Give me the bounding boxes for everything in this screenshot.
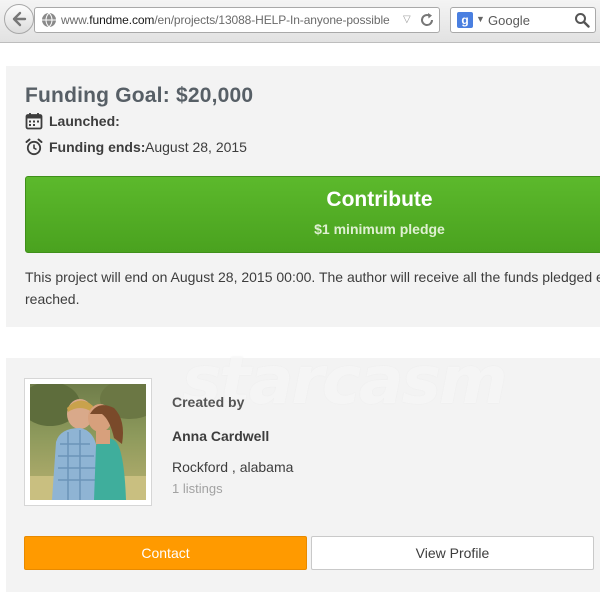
funding-ends-date: August 28, 2015 — [145, 139, 247, 155]
launched-label: Launched: — [49, 113, 120, 129]
search-engine-dropdown-icon[interactable]: ▼ — [476, 14, 485, 24]
contribute-button[interactable]: Contribute $1 minimum pledge — [25, 176, 600, 253]
funding-panel: Funding Goal: $20,000 Launched: Funding … — [6, 66, 600, 327]
url-history-dropdown-icon[interactable]: ▽ — [403, 14, 411, 25]
search-icon[interactable] — [574, 12, 590, 28]
creator-avatar-frame — [24, 378, 152, 506]
globe-icon — [42, 12, 56, 28]
creator-name[interactable]: Anna Cardwell — [172, 428, 269, 444]
back-arrow-icon — [12, 11, 27, 27]
alarm-clock-icon — [25, 138, 43, 156]
search-bar[interactable]: g ▼ Google — [450, 7, 596, 33]
creator-photo — [30, 384, 146, 500]
view-profile-button[interactable]: View Profile — [311, 536, 594, 570]
creator-location: Rockford , alabama — [172, 459, 294, 475]
url-bar[interactable]: www.fundme.com/en/projects/13088-HELP-In… — [34, 7, 440, 33]
created-by-label: Created by — [172, 394, 245, 410]
funding-ends-label: Funding ends: — [49, 139, 146, 155]
contact-button[interactable]: Contact — [24, 536, 307, 570]
browser-toolbar: www.fundme.com/en/projects/13088-HELP-In… — [0, 0, 600, 43]
url-text: www.fundme.com/en/projects/13088-HELP-In… — [61, 13, 390, 27]
project-end-notice: This project will end on August 28, 2015… — [25, 269, 600, 307]
funding-goal: Funding Goal: $20,000 — [25, 84, 254, 107]
minimum-pledge-label: $1 minimum pledge — [314, 221, 445, 237]
calendar-icon — [25, 113, 43, 130]
creator-listings-count[interactable]: 1 listings — [172, 481, 223, 496]
avatar[interactable] — [30, 384, 146, 500]
back-button[interactable] — [4, 4, 34, 34]
creator-panel: starcasm Created by Anna Cardwell Rockfo… — [6, 342, 600, 592]
search-placeholder: Google — [488, 13, 530, 28]
reload-icon[interactable] — [419, 12, 435, 28]
contribute-label: Contribute — [326, 188, 433, 211]
google-g-icon[interactable]: g — [457, 12, 473, 28]
